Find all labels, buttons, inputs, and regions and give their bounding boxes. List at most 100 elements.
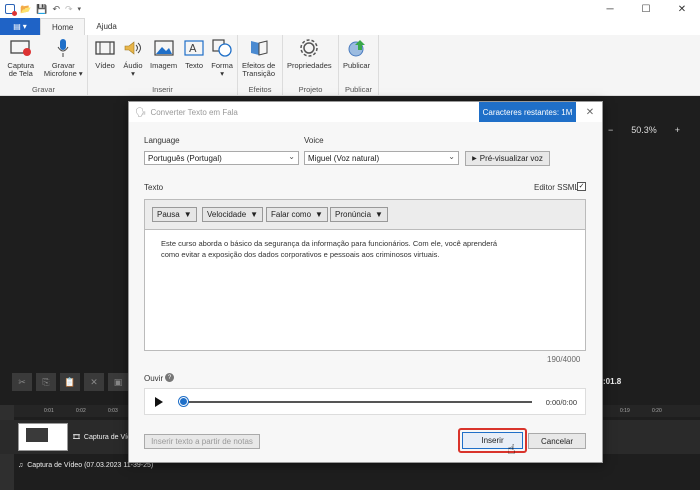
music-note-icon: ♫ [18, 462, 24, 469]
ssml-editor-label: Editor SSML [534, 183, 579, 192]
insert-text-button[interactable]: A Texto [181, 38, 207, 84]
label: Vídeo [95, 61, 115, 70]
insert-from-notes-button[interactable]: Inserir texto a partir de notas [144, 434, 260, 449]
pronunciation-dropdown[interactable]: Pronúncia ▼ [330, 207, 388, 222]
text-to-speech-dialog: 🗣 Converter Texto em Fala Caracteres res… [128, 101, 603, 463]
chars-remaining-badge: Caracteres restantes: 1M [479, 102, 576, 122]
ribbon-group-gravar: Captura de Tela Gravar Microfone ▾ Grava… [0, 35, 88, 95]
audio-track[interactable]: ♫ Captura de Vídeo (07.03.2023 11-39-25) [18, 462, 153, 469]
screen-capture-button[interactable]: Captura de Tela [2, 38, 40, 84]
progress-track[interactable] [182, 401, 532, 403]
voice-label: Voice [304, 136, 324, 145]
gear-icon [298, 38, 320, 58]
publish-button[interactable]: Publicar [341, 38, 372, 84]
label: Imagem [150, 61, 178, 70]
insert-shape-button[interactable]: Forma ▾ [209, 38, 235, 84]
cut-icon[interactable]: ✂ [12, 373, 32, 391]
quick-access-dropdown-icon[interactable]: ▾ [78, 5, 82, 13]
player-time: 0:00/0:00 [545, 398, 577, 407]
label: de Tela [8, 69, 33, 78]
ruler-tick: 0:02 [76, 408, 86, 414]
record-microphone-button[interactable]: Gravar Microfone ▾ [42, 38, 85, 84]
file-menu-button[interactable]: ▤ ▾ [0, 18, 40, 35]
insert-highlight [458, 428, 527, 453]
time-display: :01.8 [603, 377, 622, 386]
microphone-icon [52, 38, 74, 58]
language-select[interactable]: Português (Portugal) ⌄ [144, 151, 299, 165]
pronunciation-label: Pronúncia [335, 210, 372, 219]
speed-label: Velocidade [207, 210, 247, 219]
text-line: Este curso aborda o básico da segurança … [161, 239, 498, 248]
cancel-button[interactable]: Cancelar [528, 433, 586, 449]
video-clip-label: 🎞 Captura de Víde [72, 433, 135, 442]
maximize-button[interactable]: ☐ [628, 0, 664, 18]
paste-icon[interactable]: 📋 [60, 373, 80, 391]
shape-icon [211, 38, 233, 58]
close-icon[interactable]: ✕ [582, 104, 598, 120]
insert-video-button[interactable]: Vídeo [92, 38, 118, 84]
caret-down-icon: ▼ [375, 210, 383, 219]
copy-icon[interactable]: ⎘ [36, 373, 56, 391]
ribbon-group-inserir: Vídeo Áudio ▾ Imagem A Texto Forma ▾ Ins… [88, 35, 238, 95]
app-logo-icon [5, 4, 17, 16]
language-label: Language [144, 136, 180, 145]
zoom-out-button[interactable]: − [608, 125, 613, 135]
play-icon[interactable] [155, 397, 163, 407]
chevron-down-icon: ⌄ [288, 152, 295, 161]
preview-voice-button[interactable]: ▶ Pré-visualizar voz [465, 151, 550, 166]
save-icon[interactable]: 💾 [36, 4, 47, 15]
label: Microfone ▾ [43, 69, 83, 78]
listen-label: Ouvir [144, 374, 164, 383]
zoom-in-button[interactable]: + [675, 125, 680, 135]
undo-icon[interactable]: ↶ [52, 4, 60, 15]
ruler-tick: 0:20 [652, 408, 662, 414]
ruler-tick: 0:19 [620, 408, 630, 414]
redo-icon[interactable]: ↷ [65, 4, 73, 15]
crop-icon[interactable]: ▣ [108, 373, 128, 391]
text-toolbar: Pausa ▼ Velocidade ▼ Falar como ▼ Pronúncia… [144, 199, 586, 229]
tab-ajuda[interactable]: Ajuda [85, 18, 127, 35]
ribbon-group-efeitos: Efeitos de Transição Efeitos [238, 35, 283, 95]
speed-dropdown[interactable]: Velocidade ▼ [202, 207, 264, 222]
ribbon-tabs: ▤ ▾ Home Ajuda [0, 18, 700, 35]
preview-label: Pré-visualizar voz [479, 154, 543, 163]
audio-player: 0:00/0:00 [144, 388, 586, 415]
film-icon: 🎞 [72, 434, 81, 441]
group-label: Gravar [32, 85, 55, 94]
film-icon [94, 38, 116, 58]
voice-value: Miguel (Voz natural) [308, 153, 380, 163]
label: ▾ [220, 69, 224, 78]
ruler-tick: 0:03 [108, 408, 118, 414]
open-folder-icon[interactable]: 📂 [20, 4, 31, 15]
tab-home[interactable]: Home [40, 18, 86, 35]
caret-down-icon: ▼ [315, 210, 323, 219]
zoom-controls: − 50.3% + [608, 125, 680, 135]
pause-label: Pausa [157, 210, 180, 219]
speaker-icon [122, 38, 144, 58]
delete-icon[interactable]: ✕ [84, 373, 104, 391]
minimize-button[interactable]: ─ [592, 0, 628, 18]
video-clip-thumbnail[interactable] [18, 423, 68, 451]
properties-button[interactable]: Propriedades [285, 38, 334, 84]
help-icon[interactable]: ? [165, 373, 174, 382]
pause-dropdown[interactable]: Pausa ▼ [152, 207, 197, 222]
label: Publicar [343, 61, 371, 70]
language-value: Português (Portugal) [148, 153, 222, 163]
progress-knob[interactable] [179, 397, 188, 406]
image-icon [153, 38, 175, 58]
chevron-down-icon: ▾ [22, 22, 27, 31]
speech-icon: 🗣 [135, 106, 147, 117]
ruler-tick: 0:01 [44, 408, 54, 414]
speech-text-area[interactable]: Este curso aborda o básico da segurança … [144, 229, 586, 351]
insert-image-button[interactable]: Imagem [148, 38, 179, 84]
ssml-editor-checkbox[interactable]: ✓ [577, 182, 586, 191]
svg-text:A: A [189, 42, 197, 55]
insert-audio-button[interactable]: Áudio ▾ [120, 38, 146, 84]
play-small-icon: ▶ [472, 156, 477, 162]
speak-as-dropdown[interactable]: Falar como ▼ [266, 207, 328, 222]
voice-select[interactable]: Miguel (Voz natural) ⌄ [304, 151, 459, 165]
transition-effects-button[interactable]: Efeitos de Transição [240, 38, 277, 84]
publish-globe-icon [346, 38, 368, 58]
close-window-button[interactable]: ✕ [664, 0, 700, 18]
title-bar: 📂 💾 ↶ ↷ ▾ ─ ☐ ✕ [0, 0, 700, 18]
